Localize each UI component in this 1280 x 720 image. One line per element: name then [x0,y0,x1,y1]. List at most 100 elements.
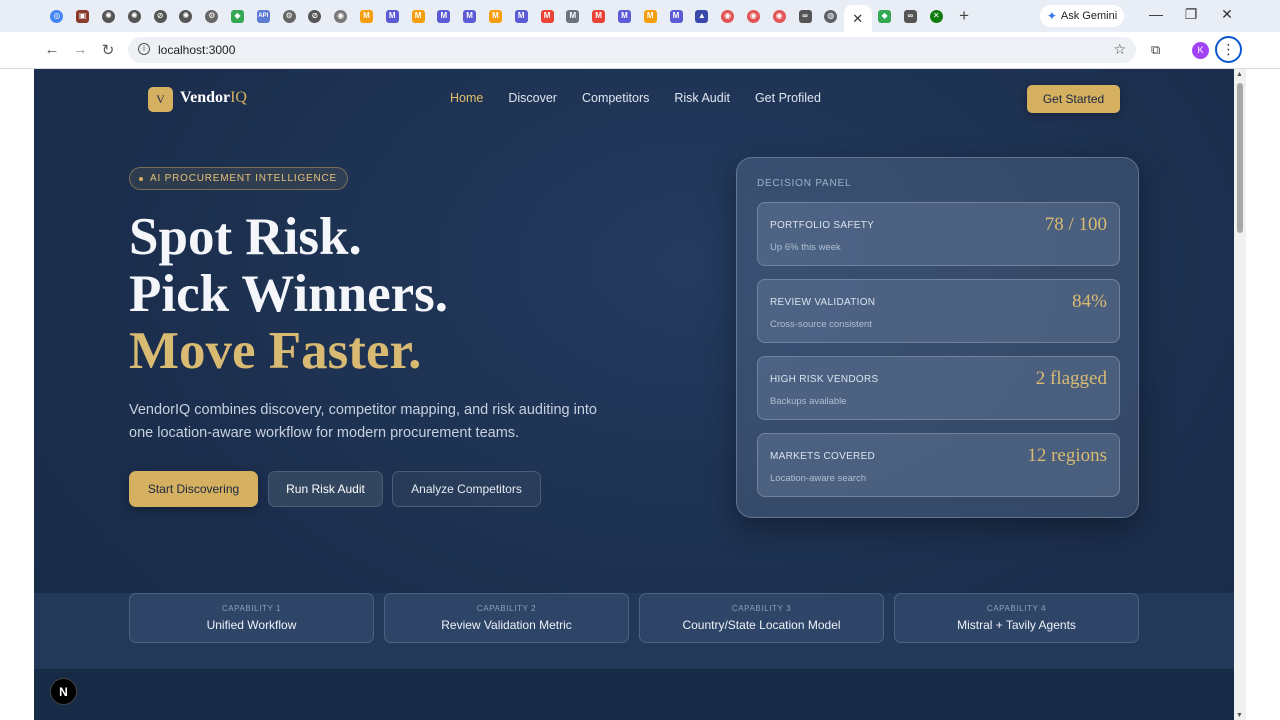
hero-description: VendorIQ combines discovery, competitor … [129,402,598,441]
maps-icon: ◆ [230,9,244,23]
forward-icon[interactable]: → [70,41,90,58]
browser-tab[interactable]: ◆ [872,5,898,27]
openai-icon: ✺ [179,9,193,23]
browser-tab[interactable]: ✺ [173,5,199,27]
reload-icon[interactable]: ↻ [98,41,118,59]
logo-text-accent: IQ [230,89,247,106]
metric-value: 84% [1072,291,1107,312]
metric-value: 2 flagged [1035,368,1107,389]
browser-tab[interactable]: ✺ [96,5,122,27]
metric-card-markets-covered: MARKETS COVERED Location-aware search 12… [757,433,1120,497]
nav-get-profiled[interactable]: Get Profiled [755,91,821,105]
browser-tab[interactable]: API [250,5,276,27]
metric-label: PORTFOLIO SAFETY [770,220,875,231]
mistral-icon: M [488,9,502,23]
metric-card-portfolio-safety: PORTFOLIO SAFETY Up 6% this week 78 / 10… [757,202,1120,266]
browser-tab[interactable]: M [637,5,663,27]
browser-tab[interactable]: ◎ [44,5,70,27]
logo-text[interactable]: VendorIQ [180,89,247,107]
infinity-icon: ∞ [903,9,917,23]
metric-label: HIGH RISK VENDORS [770,374,879,385]
browser-tab[interactable]: ⚙ [276,5,302,27]
browser-menu-icon[interactable]: ⋮ [1215,36,1242,63]
m-icon: M [566,9,580,23]
nextjs-dev-badge[interactable]: N [50,678,77,705]
mistral-icon: M [359,9,373,23]
m-icon: M [385,9,399,23]
browser-tab[interactable]: ◉ [715,5,741,27]
run-risk-audit-button[interactable]: Run Risk Audit [268,471,383,507]
browser-tab[interactable]: ◉ [766,5,792,27]
ask-gemini-button[interactable]: ✦ Ask Gemini [1040,5,1124,27]
openai-icon: ✺ [127,9,141,23]
scrollbar-thumb[interactable] [1237,83,1243,233]
gmail-icon: M [540,9,554,23]
browser-tab[interactable]: M [612,5,638,27]
browser-tab[interactable]: M [508,5,534,27]
browser-tab-active[interactable]: ✕ [843,5,872,32]
browser-tab[interactable]: ◉ [328,5,354,27]
new-tab-icon[interactable]: + [953,6,975,26]
bookmark-star-icon[interactable]: ☆ [1113,41,1126,58]
browser-tab[interactable]: M [560,5,586,27]
browser-tab[interactable]: ∞ [792,5,818,27]
browser-tab[interactable]: ⊘ [147,5,173,27]
decision-panel: DECISION PANEL PORTFOLIO SAFETY Up 6% th… [736,157,1139,518]
nav-home[interactable]: Home [450,91,483,105]
browser-tab[interactable]: M [663,5,689,27]
app-icon: ▣ [76,9,90,23]
notification-icon: ◉ [772,9,786,23]
metric-value: 12 regions [1027,445,1107,466]
minimize-icon[interactable]: — [1146,6,1166,22]
logo-mark[interactable]: V [148,87,173,112]
browser-tab[interactable]: M [534,5,560,27]
browser-tab[interactable]: ◉ [741,5,767,27]
browser-tab[interactable]: ⚙ [199,5,225,27]
site-info-icon[interactable]: i [138,43,150,55]
profile-avatar[interactable]: K [1192,42,1209,59]
get-started-button[interactable]: Get Started [1027,85,1120,113]
browser-tab[interactable]: ✺ [121,5,147,27]
hero-headline: Spot Risk. Pick Winners. Move Faster. [129,209,448,380]
close-window-icon[interactable]: ✕ [1217,6,1237,23]
nav-risk-audit[interactable]: Risk Audit [674,91,730,105]
capability-card: CAPABILITY 4 Mistral + Tavily Agents [894,593,1139,643]
page-scrollbar[interactable]: ▲ ▼ [1234,69,1246,720]
back-icon[interactable]: ← [42,41,62,58]
metric-card-high-risk-vendors: HIGH RISK VENDORS Backups available 2 fl… [757,356,1120,420]
m-icon: M [514,9,528,23]
browser-tab[interactable]: ⊘ [302,5,328,27]
browser-tab[interactable]: ◍ [818,5,844,27]
address-bar[interactable]: i localhost:3000 ☆ [128,37,1136,63]
nav-competitors[interactable]: Competitors [582,91,649,105]
scroll-up-icon[interactable]: ▲ [1236,71,1243,78]
headline-line-1: Spot Risk. [129,208,362,266]
decision-panel-title: DECISION PANEL [757,178,852,189]
scroll-down-icon[interactable]: ▼ [1236,712,1243,719]
browser-tab[interactable]: M [457,5,483,27]
analyze-competitors-button[interactable]: Analyze Competitors [392,471,541,507]
capability-label: CAPABILITY 4 [986,604,1047,613]
start-discovering-button[interactable]: Start Discovering [129,471,258,507]
cast-icon[interactable]: ⧉ [1151,42,1160,58]
nav-discover[interactable]: Discover [508,91,557,105]
browser-tab[interactable]: M [379,5,405,27]
browser-tab[interactable]: M [431,5,457,27]
page-viewport: V VendorIQ Home Discover Competitors Ris… [34,69,1234,720]
browser-tab[interactable]: M [354,5,380,27]
browser-toolbar: ← → ↻ i localhost:3000 ☆ ⧉ K ⋮ [0,32,1280,69]
infinity-icon: ∞ [798,9,812,23]
restore-icon[interactable]: ❐ [1181,6,1201,23]
browser-tab[interactable]: M [586,5,612,27]
close-tab-icon[interactable]: ✕ [852,11,863,27]
browser-tab[interactable]: ▲ [689,5,715,27]
browser-tab[interactable]: ✕ [923,5,949,27]
browser-tab[interactable]: ▣ [70,5,96,27]
browser-tab[interactable]: M [483,5,509,27]
url-text[interactable]: localhost:3000 [158,43,235,57]
browser-tab[interactable]: ∞ [898,5,924,27]
headline-line-2: Pick Winners. [129,265,449,323]
browser-tab[interactable]: ◆ [225,5,251,27]
capability-name: Mistral + Tavily Agents [957,618,1076,632]
browser-tab[interactable]: M [405,5,431,27]
